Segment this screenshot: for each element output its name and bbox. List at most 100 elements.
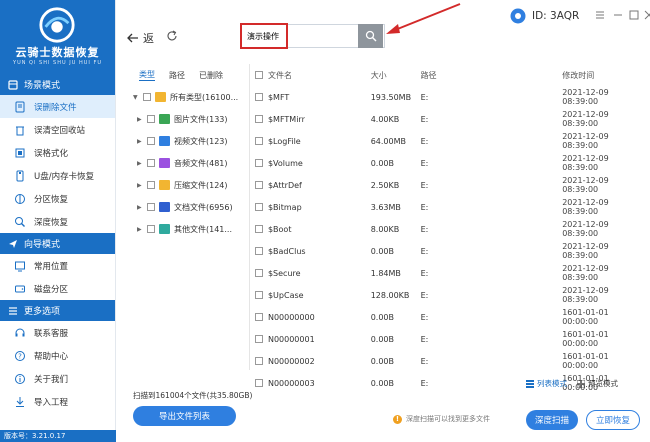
checkbox-cell: [250, 93, 268, 101]
row-checkbox[interactable]: [254, 115, 263, 123]
cell-file-name: $Secure: [267, 268, 301, 278]
tree-row-others[interactable]: ▶ 其他文件(141...: [133, 218, 245, 240]
checkbox[interactable]: [147, 159, 155, 167]
column-header-path[interactable]: 路径: [421, 70, 563, 81]
tree-row-label: 音频文件(481): [174, 158, 228, 168]
tree-row-all-types[interactable]: ▼ 所有类型(16100...: [133, 86, 245, 108]
close-icon[interactable]: [644, 10, 650, 20]
scene-icon: [8, 79, 18, 90]
checkbox[interactable]: [147, 181, 155, 189]
deep-scan-button[interactable]: 深度扫描: [526, 410, 578, 430]
row-checkbox[interactable]: [254, 269, 263, 277]
row-checkbox[interactable]: [254, 247, 263, 255]
row-checkbox[interactable]: [254, 291, 263, 299]
minimize-icon[interactable]: [613, 10, 623, 20]
column-header-size[interactable]: 大小: [371, 70, 421, 81]
caret-down-icon[interactable]: ▼: [133, 94, 139, 101]
table-row[interactable]: $MFTMirr 4.00KB E: 2021-12-09 08:39:00: [250, 108, 642, 130]
table-row[interactable]: N00000000 0.00B E: 1601-01-01 00:00:00: [250, 306, 642, 328]
caret-right-icon[interactable]: ▶: [137, 160, 143, 167]
tree-row-archives[interactable]: ▶ 压缩文件(124): [133, 174, 245, 196]
tab-type[interactable]: 类型: [139, 69, 155, 81]
cell-file-path: E:: [420, 290, 429, 300]
recover-now-button[interactable]: 立即恢复: [586, 410, 640, 430]
row-checkbox[interactable]: [254, 357, 263, 365]
tree-row-documents[interactable]: ▶ 文档文件(6956): [133, 196, 245, 218]
table-row[interactable]: $UpCase 128.00KB E: 2021-12-09 08:39:00: [250, 284, 642, 306]
sidebar-item-about-us[interactable]: 关于我们: [0, 367, 115, 390]
refresh-icon[interactable]: [166, 30, 178, 42]
sidebar-item-deleted-files[interactable]: 误删除文件: [0, 95, 115, 118]
headset-icon: [15, 328, 25, 336]
table-row[interactable]: $Boot 8.00KB E: 2021-12-09 08:39:00: [250, 218, 642, 240]
cell-file-name: $Bitmap: [267, 202, 302, 212]
checkbox[interactable]: [147, 115, 155, 123]
list-mode-button[interactable]: 列表模式: [526, 378, 567, 389]
deep-scan-tip: ! 深度扫描可以找到更多文件: [393, 414, 490, 424]
table-row[interactable]: $Volume 0.00B E: 2021-12-09 08:39:00: [250, 152, 642, 174]
preview-mode-button[interactable]: 预览模式: [577, 378, 618, 389]
caret-right-icon[interactable]: ▶: [137, 182, 143, 189]
caret-right-icon[interactable]: ▶: [137, 226, 143, 233]
table-row[interactable]: $AttrDef 2.50KB E: 2021-12-09 08:39:00: [250, 174, 642, 196]
export-list-button[interactable]: 导出文件列表: [133, 406, 236, 426]
column-header-name[interactable]: 文件名: [268, 70, 371, 81]
info-icon: [15, 373, 25, 384]
row-checkbox[interactable]: [254, 335, 263, 343]
sidebar-item-recycle-bin[interactable]: 误清空回收站: [0, 118, 115, 141]
row-checkbox[interactable]: [254, 137, 263, 145]
search-input[interactable]: [241, 25, 361, 47]
checkbox[interactable]: [143, 93, 151, 101]
sidebar-item-contact-support[interactable]: 联系客服: [0, 321, 115, 344]
tab-deleted[interactable]: 已删除: [199, 70, 223, 81]
tab-path[interactable]: 路径: [169, 70, 185, 81]
menu-lines-icon[interactable]: [595, 10, 605, 20]
tree-row-videos[interactable]: ▶ 视频文件(123): [133, 130, 245, 152]
sidebar-item-disk-partition[interactable]: 磁盘分区: [0, 277, 115, 300]
row-checkbox[interactable]: [254, 379, 263, 387]
checkbox[interactable]: [147, 225, 155, 233]
tree-row-images[interactable]: ▶ 图片文件(133): [133, 108, 245, 130]
row-checkbox[interactable]: [254, 181, 263, 189]
row-checkbox[interactable]: [254, 159, 263, 167]
column-header-time[interactable]: 修改时间: [562, 70, 642, 81]
row-checkbox[interactable]: [254, 313, 263, 321]
tree-row-label: 压缩文件(124): [174, 180, 228, 190]
format-icon: [15, 148, 25, 157]
sidebar-item-label: 分区恢复: [34, 194, 69, 205]
file-type-tree: 类型 路径 已删除 ▼ 所有类型(16100... ▶ 图片文件(133) ▶ …: [133, 64, 245, 364]
cell-modified-time: 2021-12-09 08:39:00: [562, 88, 609, 106]
user-id-area[interactable]: ID: 3AQR: [510, 8, 579, 24]
maximize-icon[interactable]: [629, 10, 639, 20]
tree-row-audio[interactable]: ▶ 音频文件(481): [133, 152, 245, 174]
disk-icon: [15, 285, 25, 292]
row-checkbox[interactable]: [254, 203, 263, 211]
row-checkbox[interactable]: [254, 225, 263, 233]
table-row[interactable]: N00000002 0.00B E: 1601-01-01 00:00:00: [250, 350, 642, 372]
back-button[interactable]: 返: [127, 30, 154, 46]
caret-right-icon[interactable]: ▶: [137, 204, 143, 211]
cell-modified-time: 1601-01-01 00:00:00: [562, 352, 609, 370]
table-row[interactable]: $BadClus 0.00B E: 2021-12-09 08:39:00: [250, 240, 642, 262]
section-title: 场景模式: [24, 81, 61, 91]
sidebar-item-import-project[interactable]: 导入工程: [0, 390, 115, 413]
sidebar-item-deep-recovery[interactable]: 深度恢复: [0, 210, 115, 233]
checkbox[interactable]: [147, 137, 155, 145]
caret-right-icon[interactable]: ▶: [137, 138, 143, 145]
sidebar-item-help-center[interactable]: ? 帮助中心: [0, 344, 115, 367]
select-all-checkbox[interactable]: [254, 71, 263, 79]
table-row[interactable]: $MFT 193.50MB E: 2021-12-09 08:39:00: [250, 86, 642, 108]
table-row[interactable]: N00000001 0.00B E: 1601-01-01 00:00:00: [250, 328, 642, 350]
sidebar-item-common-location[interactable]: 常用位置: [0, 254, 115, 277]
caret-right-icon[interactable]: ▶: [137, 116, 143, 123]
table-row[interactable]: $Secure 1.84MB E: 2021-12-09 08:39:00: [250, 262, 642, 284]
table-row[interactable]: $LogFile 64.00MB E: 2021-12-09 08:39:00: [250, 130, 642, 152]
sidebar-item-partition[interactable]: 分区恢复: [0, 187, 115, 210]
checkbox-cell: [250, 379, 268, 387]
sidebar-item-format[interactable]: 误格式化: [0, 141, 115, 164]
search-button[interactable]: [358, 24, 383, 48]
row-checkbox[interactable]: [254, 93, 263, 101]
table-row[interactable]: $Bitmap 3.63MB E: 2021-12-09 08:39:00: [250, 196, 642, 218]
checkbox[interactable]: [147, 203, 155, 211]
sidebar-item-usb[interactable]: U盘/内存卡恢复: [0, 164, 115, 187]
